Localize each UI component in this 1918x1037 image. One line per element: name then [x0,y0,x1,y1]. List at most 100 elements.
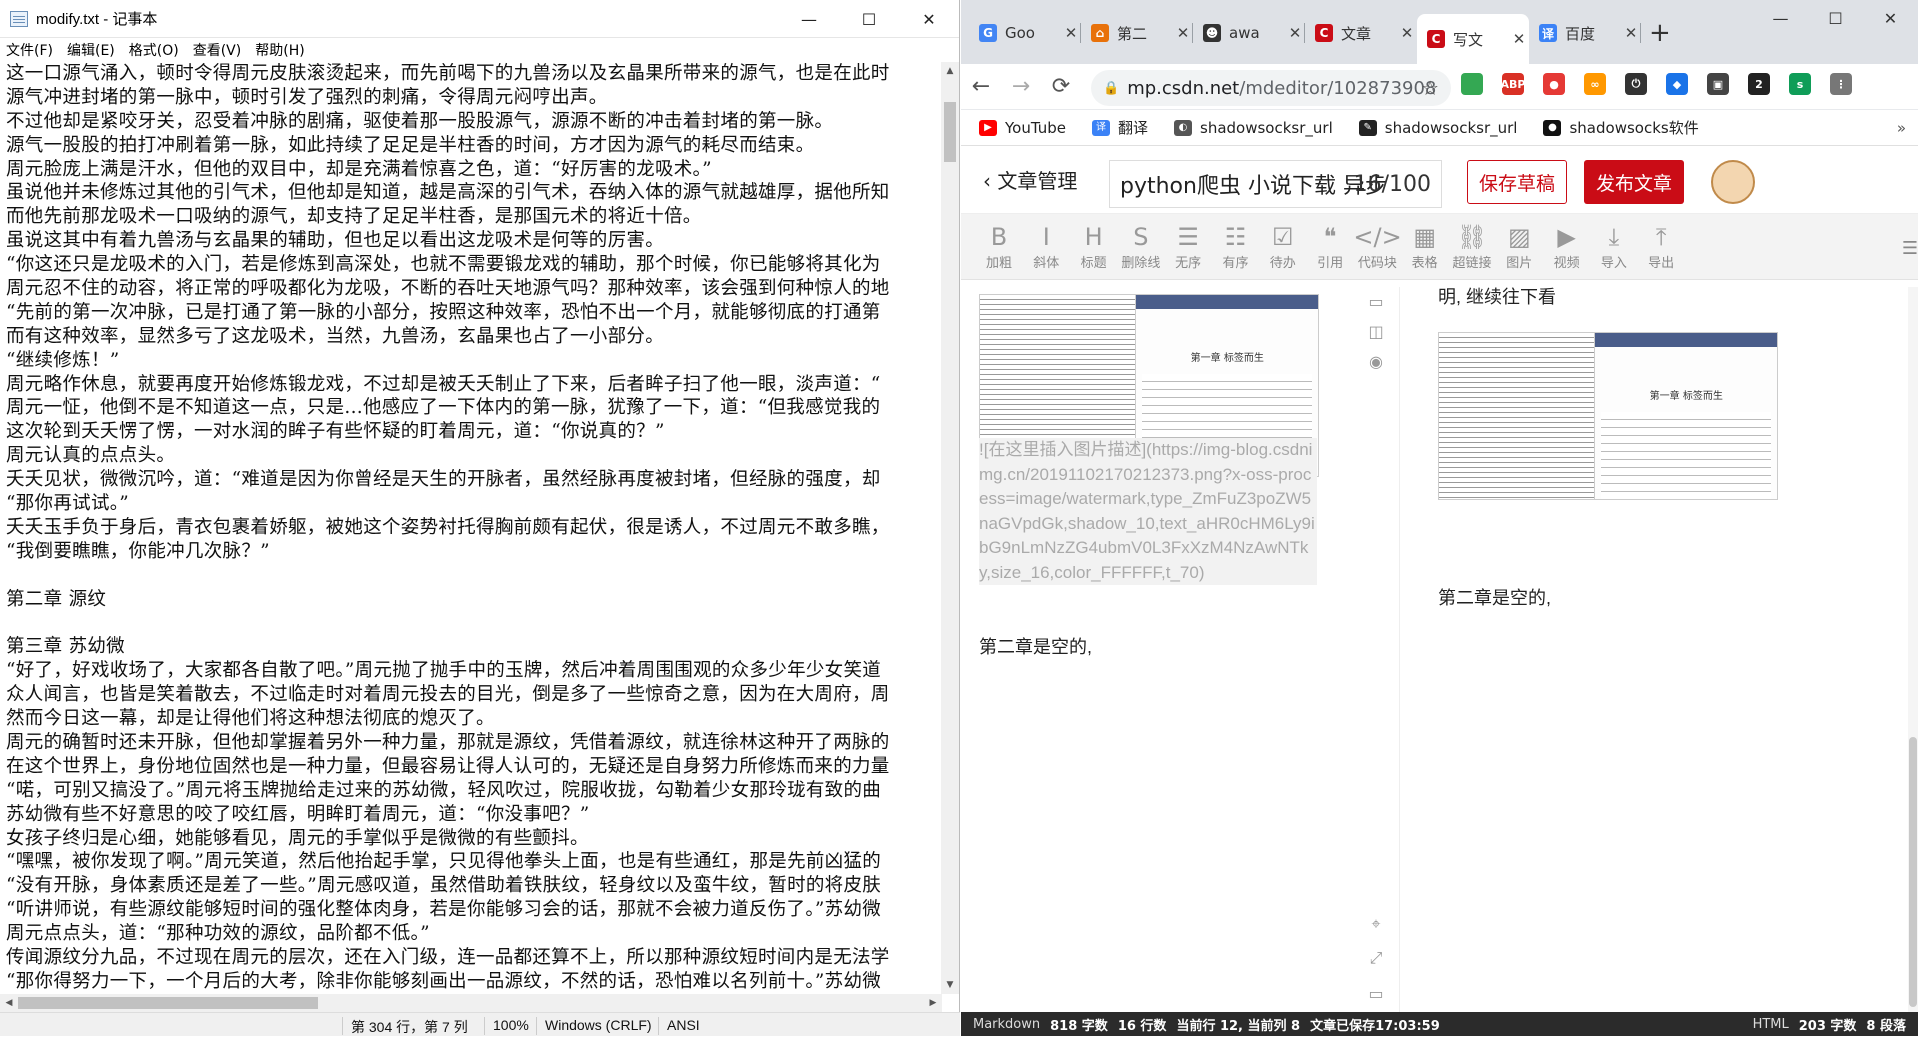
notepad-titlebar: modify.txt - 记事本 — ☐ ✕ [0,0,959,38]
extension-icon[interactable]: ▣ [1707,73,1729,95]
extension-icon[interactable]: ● [1543,73,1565,95]
toolbar-italic-button[interactable]: I 斜体 [1022,222,1070,271]
browser-tab[interactable]: C 写文 ✕ [1417,14,1529,64]
toolbar-strikethrough-button[interactable]: S 删除线 [1117,222,1165,271]
back-arrow-icon[interactable]: ← [961,74,1001,99]
tab-close-icon[interactable]: ✕ [1621,24,1641,42]
forward-arrow-icon[interactable]: → [1001,74,1041,99]
toolbar-label: 无序 [1175,256,1202,271]
bookmark-item[interactable]: ✎ shadowsocksr_url [1358,119,1517,137]
fullscreen-icon[interactable]: ⤢ [1365,948,1387,970]
single-column-icon[interactable]: ▭ [1365,292,1387,314]
markdown-toolbar: B 加粗 I 斜体 H 标题 S 删除线 ☰ 无序 ☷ 有序 ☑ 待办 ❝ 引用 </> 代码块 ▦ 表格 ⛓ 超链接 ▨ 图… [961,214,1918,280]
locate-icon[interactable]: ⌖ [1365,914,1387,936]
lock-icon[interactable]: 🔒 [1103,81,1119,96]
toolbar-image-button[interactable]: ▨ 图片 [1495,222,1543,271]
new-tab-button[interactable]: + [1649,18,1671,48]
save-draft-button[interactable]: 保存草稿 [1467,160,1567,204]
notepad-text-area[interactable]: 这一口源气涌入，顿时令得周元皮肤滚烫起来，而先前喝下的九兽汤以及玄晶果所带来的源… [0,62,940,994]
chrome-close-button[interactable]: ✕ [1863,0,1918,36]
notepad-window: modify.txt - 记事本 — ☐ ✕ 文件(F) 编辑(E) 格式(O)… [0,0,960,1036]
bookmark-icon: ▶ [979,119,997,136]
tab-close-icon[interactable]: ✕ [1509,30,1529,48]
user-avatar[interactable] [1711,160,1755,204]
toolbar-code-block-button[interactable]: </> 代码块 [1353,222,1401,271]
menu-edit[interactable]: 编辑(E) [67,40,115,60]
notepad-vertical-scrollbar[interactable]: ▲ ▼ [941,62,959,994]
monitor-icon[interactable]: ▭ [1365,984,1387,1006]
toolbar-ordered-list-button[interactable]: ☷ 有序 [1212,222,1260,271]
extension-icon[interactable] [1461,73,1483,95]
article-title-value: python爬虫 小说下载 异步 [1120,174,1387,199]
text-line: “没有开脉，身体素质还是差了一些。”周元感叹道，虽然借助着铁肤纹，轻身纹以及蛮牛… [6,875,882,897]
extension-icon[interactable]: ⋮ [1830,73,1852,95]
text-line: “我倒要瞧瞧，你能冲几次脉？” [6,540,270,562]
tab-close-icon[interactable]: ✕ [1061,24,1081,42]
menu-file[interactable]: 文件(F) [6,40,53,60]
tab-close-icon[interactable]: ✕ [1397,24,1417,42]
toolbar-video-button[interactable]: ▶ 视频 [1543,222,1591,271]
address-bar[interactable]: 🔒 mp.csdn.net /mdeditor/102873908 ☆ [1091,70,1451,106]
browser-tab[interactable]: ☻ awa ✕ [1193,14,1305,52]
text-line: 周元忍不住的动容，将正常的呼吸都化为龙吸，不断的吞吐天地源气吗？那种效率，该会强… [6,278,890,300]
bookmark-item[interactable]: 译翻译 [1092,117,1148,138]
markdown-editor-pane[interactable]: 第一章 标签而生 ![在这里插入图片描述](https://img-blog.c… [961,287,1379,1012]
bookmarks-more-icon[interactable]: » [1897,119,1906,137]
toolbar-table-button[interactable]: ▦ 表格 [1401,222,1449,271]
browser-tab[interactable]: G Goo ✕ [969,14,1081,52]
toolbar-link-button[interactable]: ⛓ 超链接 [1448,222,1496,271]
preview-eye-icon[interactable]: ◉ [1365,352,1387,374]
preview-scrollbar-thumb[interactable] [1909,737,1917,1007]
text-line: 周元一怔，他倒不是不知道这一点，只是...他感应了一下体内的第一脉，犹豫了一下，… [6,397,881,419]
toolbar-quote-button[interactable]: ❝ 引用 [1306,222,1354,271]
article-title-input[interactable]: python爬虫 小说下载 异步 16/100 [1109,160,1442,208]
publish-article-button[interactable]: 发布文章 [1584,160,1684,204]
minimize-button[interactable]: — [779,0,839,38]
extension-icon[interactable]: ABP [1501,73,1525,95]
notepad-window-title: modify.txt - 记事本 [36,11,158,28]
extension-icon[interactable]: s [1789,73,1811,95]
chrome-minimize-button[interactable]: — [1753,0,1808,36]
preview-pane: 明, 继续往下看 第一章 标签而生 第二章是空的, [1399,287,1918,1012]
extension-icon[interactable]: 2 [1748,73,1770,95]
url-host: mp.csdn.net [1127,77,1240,99]
scrollbar-thumb[interactable] [944,102,956,162]
reload-icon[interactable]: ⟳ [1041,74,1081,99]
bookmark-star-icon[interactable]: ☆ [1421,76,1439,100]
menu-help[interactable]: 帮助(H) [255,40,304,60]
toolbar-heading-button[interactable]: H 标题 [1070,222,1118,271]
hscrollbar-thumb[interactable] [18,997,318,1009]
menu-format[interactable]: 格式(O) [129,40,179,60]
toolbar-todo-button[interactable]: ☑ 待办 [1259,222,1307,271]
tab-close-icon[interactable]: ✕ [1173,24,1193,42]
bookmark-item[interactable]: ● shadowsocks软件 [1543,117,1699,138]
bookmark-label: YouTube [1005,118,1066,137]
browser-tab[interactable]: C 文章 ✕ [1305,14,1417,52]
toolbar-bold-button[interactable]: B 加粗 [975,222,1023,271]
scroll-right-arrow-icon[interactable]: ▶ [924,994,942,1012]
extension-icon[interactable]: ∞ [1584,73,1606,95]
scroll-up-arrow-icon[interactable]: ▲ [941,62,959,80]
browser-tab[interactable]: ⌂ 第二 ✕ [1081,14,1193,52]
extension-icon[interactable]: ⏻ [1625,73,1647,95]
scroll-left-arrow-icon[interactable]: ◀ [0,994,18,1012]
notepad-horizontal-scrollbar[interactable]: ◀ ▶ [0,994,942,1012]
split-view-icon[interactable]: ◫ [1365,322,1387,344]
toolbar-export-button[interactable]: ⤒ 导出 [1637,222,1685,271]
close-button[interactable]: ✕ [899,0,959,38]
preview-scrollbar[interactable] [1908,287,1918,1012]
bookmark-item[interactable]: ◐ shadowsocksr_url [1174,119,1333,137]
toolbar-overflow-icon[interactable]: ☰ [1902,238,1918,259]
extension-icon[interactable]: ◆ [1666,73,1688,95]
article-management-link[interactable]: ‹ 文章管理 [983,165,1077,194]
scroll-down-arrow-icon[interactable]: ▼ [941,976,959,994]
menu-view[interactable]: 查看(V) [193,40,242,60]
bookmark-label: shadowsocksr_url [1200,118,1333,137]
tab-close-icon[interactable]: ✕ [1285,24,1305,42]
maximize-button[interactable]: ☐ [839,0,899,38]
bookmark-item[interactable]: ▶ YouTube [979,119,1066,137]
browser-tab[interactable]: 译百度 ✕ [1529,14,1641,52]
toolbar-unordered-list-button[interactable]: ☰ 无序 [1164,222,1212,271]
chrome-maximize-button[interactable]: ☐ [1808,0,1863,36]
toolbar-import-button[interactable]: ⤓ 导入 [1590,222,1638,271]
